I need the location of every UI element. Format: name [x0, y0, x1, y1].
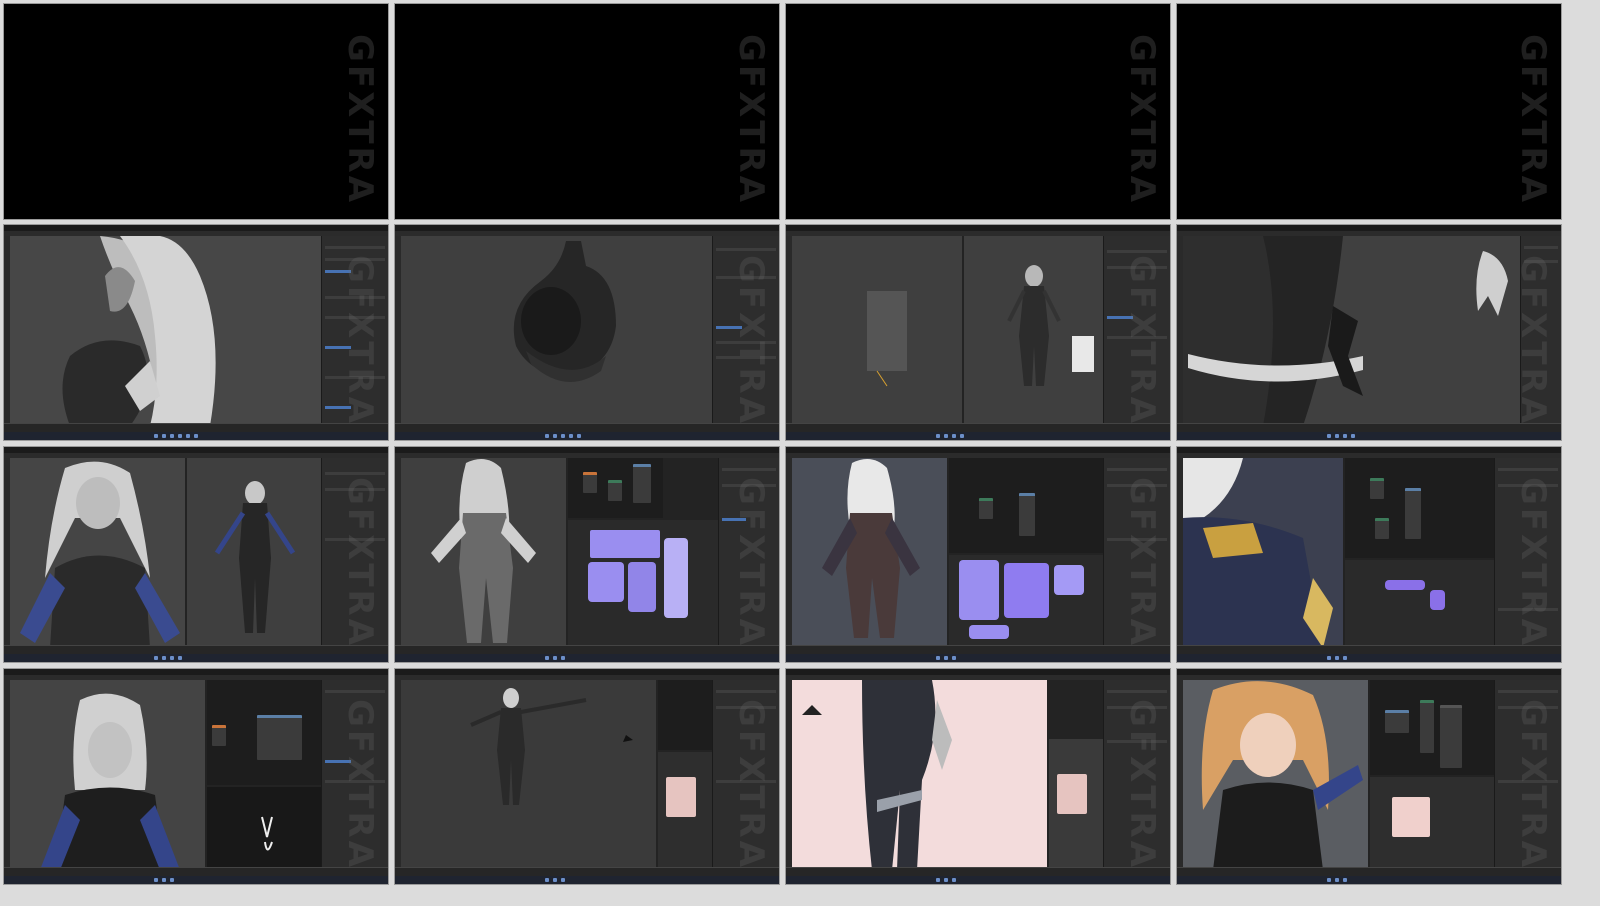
watermark: GFXTRA: [1513, 255, 1553, 427]
3d-viewport[interactable]: [1183, 458, 1343, 648]
uv-editor[interactable]: [568, 520, 718, 648]
timeline[interactable]: [4, 423, 388, 432]
3d-viewport-left[interactable]: [792, 236, 962, 424]
3d-viewport-right[interactable]: [187, 458, 322, 646]
watermark: GFXTRA: [340, 699, 380, 871]
image-editor[interactable]: [207, 787, 322, 870]
image-editor[interactable]: [1370, 777, 1495, 870]
watermark: GFXTRA: [1122, 699, 1162, 871]
3d-viewport[interactable]: [792, 680, 1047, 870]
thumbnail-texture-painting[interactable]: GFXTRA: [785, 446, 1171, 663]
contact-sheet: GFXTRA GFXTRA GFXTRA GFXTRA GFXTRA GFXTR…: [0, 0, 1600, 906]
watermark: GFXTRA: [340, 34, 380, 206]
model-preview: [513, 241, 616, 382]
watermark: GFXTRA: [340, 255, 380, 427]
3d-viewport[interactable]: [1183, 680, 1368, 870]
3d-viewport-left[interactable]: [10, 458, 185, 648]
node-editor[interactable]: [658, 680, 713, 750]
thumbnail-black-2[interactable]: GFXTRA: [394, 3, 780, 220]
image-editor[interactable]: [1345, 560, 1495, 648]
3d-viewport[interactable]: [401, 458, 566, 646]
image-editor[interactable]: [1049, 739, 1104, 870]
watermark: GFXTRA: [340, 477, 380, 649]
thumbnail-black-1[interactable]: GFXTRA: [3, 3, 389, 220]
watermark: GFXTRA: [1122, 255, 1162, 427]
thumbnail-rigging-tpose[interactable]: GFXTRA: [394, 668, 780, 885]
3d-viewport[interactable]: [401, 680, 656, 868]
taskbar: [4, 432, 388, 440]
image-editor[interactable]: [658, 752, 713, 870]
3d-viewport[interactable]: [10, 236, 322, 426]
watermark: GFXTRA: [1122, 477, 1162, 649]
watermark: GFXTRA: [1513, 699, 1553, 871]
watermark: GFXTRA: [731, 699, 771, 871]
thumbnail-pose-legs[interactable]: GFXTRA: [785, 668, 1171, 885]
node-editor[interactable]: [568, 458, 663, 518]
3d-viewport[interactable]: [10, 680, 205, 870]
3d-viewport[interactable]: [401, 236, 713, 424]
watermark: GFXTRA: [731, 255, 771, 427]
thumbnail-final-render[interactable]: GFXTRA: [1176, 668, 1562, 885]
watermark: GFXTRA: [1513, 34, 1553, 206]
texture-paint-editor[interactable]: [949, 555, 1104, 648]
watermark: GFXTRA: [731, 477, 771, 649]
thumbnail-armor-chest[interactable]: GFXTRA: [394, 224, 780, 441]
3d-viewport[interactable]: [792, 458, 947, 646]
node-editor[interactable]: [1345, 458, 1495, 558]
thumbnail-black-3[interactable]: GFXTRA: [785, 3, 1171, 220]
node-editor[interactable]: [1370, 680, 1495, 775]
watermark: GFXTRA: [1122, 34, 1162, 206]
thumbnail-dual-viewport[interactable]: GFXTRA: [785, 224, 1171, 441]
node-editor[interactable]: [207, 680, 322, 785]
watermark: GFXTRA: [731, 34, 771, 206]
3d-viewport[interactable]: [1183, 236, 1521, 426]
thumbnail-leg-strap[interactable]: GFXTRA: [1176, 224, 1562, 441]
thumbnail-front-views[interactable]: GFXTRA: [3, 446, 389, 663]
watermark: GFXTRA: [1513, 477, 1553, 649]
node-editor[interactable]: [949, 458, 1104, 553]
3d-viewport-right[interactable]: [964, 236, 1104, 424]
thumbnail-sculpt-hair[interactable]: GFXTRA: [3, 224, 389, 441]
model-preview: [62, 236, 216, 426]
thumbnail-shading-closeup[interactable]: GFXTRA: [1176, 446, 1562, 663]
thumbnail-shader-nodes[interactable]: GFXTRA: [3, 668, 389, 885]
thumbnail-black-4[interactable]: GFXTRA: [1176, 3, 1562, 220]
thumbnail-uv-editing[interactable]: GFXTRA: [394, 446, 780, 663]
